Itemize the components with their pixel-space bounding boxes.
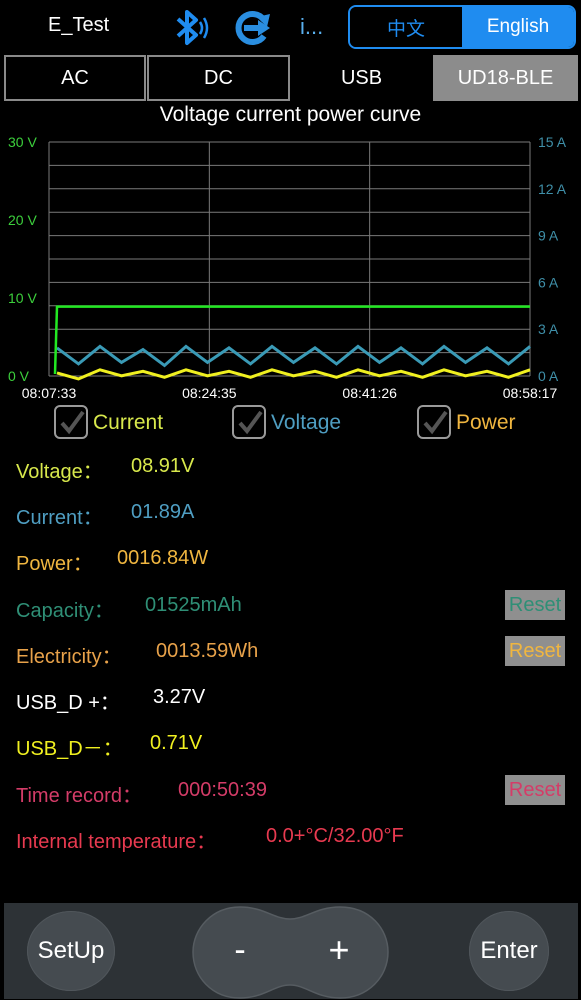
electricity-label: Electricity： xyxy=(16,646,122,668)
capacity-value: 01525mAh xyxy=(145,594,242,616)
left-axis-tick: 30 V xyxy=(8,134,37,150)
bluetooth-icon[interactable] xyxy=(168,6,212,50)
current-checkbox[interactable] xyxy=(54,405,88,439)
current-label: Current： xyxy=(16,507,103,529)
series-voltage-line xyxy=(53,305,530,375)
x-axis-tick: 08:07:33 xyxy=(22,385,77,401)
usb-dm-value: 0.71V xyxy=(150,732,203,754)
usb-dm-row: USB_D－： 0.71V xyxy=(16,732,202,761)
tab-usb[interactable]: USB xyxy=(290,55,433,101)
power-value: 0016.84W xyxy=(117,547,209,569)
right-axis-tick: 6 A xyxy=(538,274,559,290)
time-record-row: Time record： 000:50:39 xyxy=(16,779,267,808)
left-axis-tick: 20 V xyxy=(8,212,37,228)
chart-grid xyxy=(48,141,531,377)
capacity-reset-button[interactable]: Reset xyxy=(505,590,565,620)
usb-dp-label: USB_D +： xyxy=(16,692,120,714)
x-axis-ticks: 08:07:33 08:24:35 08:41:26 08:58:17 xyxy=(22,385,558,401)
chart-title: Voltage current power curve xyxy=(159,103,422,126)
right-axis-ticks: 15 A 12 A 9 A 6 A 3 A 0 A xyxy=(538,134,567,384)
series-power-line xyxy=(56,368,531,381)
lang-option-chinese[interactable]: 中文 xyxy=(350,7,462,47)
electricity-reset-button[interactable]: Reset xyxy=(505,636,565,666)
time-record-value: 000:50:39 xyxy=(178,779,267,801)
current-row: Current： 01.89A xyxy=(16,501,194,530)
mode-tabs: AC DC USB UD18-BLE xyxy=(4,55,578,101)
right-axis-tick: 15 A xyxy=(538,134,567,150)
lang-option-english[interactable]: English xyxy=(462,7,574,47)
setup-button[interactable]: SetUp xyxy=(27,911,115,991)
voltage-row: Voltage： 08.91V xyxy=(16,455,194,484)
current-value: 01.89A xyxy=(131,501,195,523)
more-button[interactable]: i... xyxy=(300,14,323,40)
capacity-row: Capacity： 01525mAh xyxy=(16,594,242,623)
minus-button[interactable]: - xyxy=(220,925,260,975)
voltage-label: Voltage： xyxy=(16,461,103,483)
power-checkbox[interactable] xyxy=(417,405,451,439)
tab-ac[interactable]: AC xyxy=(4,55,146,101)
power-label: Power： xyxy=(16,553,93,575)
enter-button[interactable]: Enter xyxy=(469,911,549,991)
usb-dp-value: 3.27V xyxy=(153,686,206,708)
current-legend-label: Current xyxy=(93,411,164,434)
language-toggle[interactable]: 中文 English xyxy=(348,5,576,49)
tab-dc[interactable]: DC xyxy=(147,55,290,101)
time-record-label: Time record： xyxy=(16,785,142,807)
voltage-checkbox[interactable] xyxy=(232,405,266,439)
voltage-current-power-chart: 30 V 20 V 10 V 0 V 15 A 12 A 9 A 6 A 3 A 0 A 08:… xyxy=(8,134,567,401)
plus-button[interactable]: + xyxy=(318,925,360,975)
right-axis-tick: 12 A xyxy=(538,181,567,197)
x-axis-tick: 08:58:17 xyxy=(503,385,558,401)
electricity-row: Electricity： 0013.59Wh xyxy=(16,640,258,669)
capacity-label: Capacity： xyxy=(16,600,114,622)
series-current-line xyxy=(56,344,531,368)
usb-dm-label: USB_D－： xyxy=(16,738,123,760)
left-axis-ticks: 30 V 20 V 10 V 0 V xyxy=(8,134,37,384)
chart-series xyxy=(53,305,531,381)
tab-ud18-ble[interactable]: UD18-BLE xyxy=(433,55,578,101)
electricity-value: 0013.59Wh xyxy=(156,640,259,662)
right-axis-tick: 9 A xyxy=(538,228,559,244)
usb-dp-row: USB_D +： 3.27V xyxy=(16,686,205,715)
left-axis-tick: 10 V xyxy=(8,290,37,306)
voltage-legend-label: Voltage xyxy=(271,411,342,434)
time-reset-button[interactable]: Reset xyxy=(505,775,565,805)
right-axis-tick: 0 A xyxy=(538,368,559,384)
temperature-label: Internal temperature： xyxy=(16,831,217,853)
power-legend-label: Power xyxy=(456,411,516,434)
x-axis-tick: 08:24:35 xyxy=(182,385,237,401)
power-row: Power： 0016.84W xyxy=(16,547,208,576)
left-axis-tick: 0 V xyxy=(8,368,30,384)
refresh-icon[interactable] xyxy=(230,8,276,48)
x-axis-tick: 08:41:26 xyxy=(342,385,397,401)
right-axis-tick: 3 A xyxy=(538,321,559,337)
temperature-row: Internal temperature： 0.0+°C/32.00°F xyxy=(16,825,404,854)
temperature-value: 0.0+°C/32.00°F xyxy=(266,825,404,847)
voltage-value: 08.91V xyxy=(131,455,195,477)
app-title: E_Test xyxy=(48,14,110,36)
